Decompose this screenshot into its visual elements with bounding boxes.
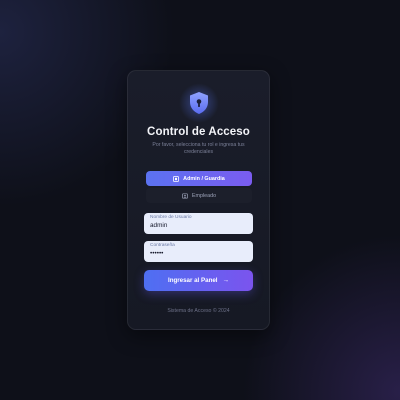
password-input[interactable]	[150, 249, 247, 258]
login-submit-label: Ingresar al Panel	[167, 277, 218, 284]
page-title: Control de Acceso	[147, 126, 250, 138]
username-field[interactable]: Nombre de Usuario	[144, 213, 253, 234]
arrow-right-icon: →	[222, 277, 230, 284]
role-employee-button[interactable]: Empleado	[146, 188, 252, 203]
login-submit-button[interactable]: Ingresar al Panel →	[144, 270, 253, 291]
username-input[interactable]	[150, 221, 247, 230]
page-subtitle: Por favor, selecciona tu rol e ingresa t…	[152, 142, 245, 155]
password-field[interactable]: Contraseña	[144, 241, 253, 262]
role-admin-label: Admin / Guardia	[183, 175, 225, 182]
login-card: Control de Acceso Por favor, selecciona …	[127, 70, 270, 330]
role-selector: Admin / Guardia Empleado	[146, 171, 252, 204]
footer-text: Sistema de Acceso © 2024	[167, 308, 230, 314]
role-admin-button[interactable]: Admin / Guardia	[146, 171, 252, 186]
role-employee-label: Empleado	[191, 192, 217, 199]
shield-lock-icon	[189, 92, 208, 114]
employee-id-icon	[182, 192, 188, 199]
admin-badge-icon	[173, 175, 180, 182]
